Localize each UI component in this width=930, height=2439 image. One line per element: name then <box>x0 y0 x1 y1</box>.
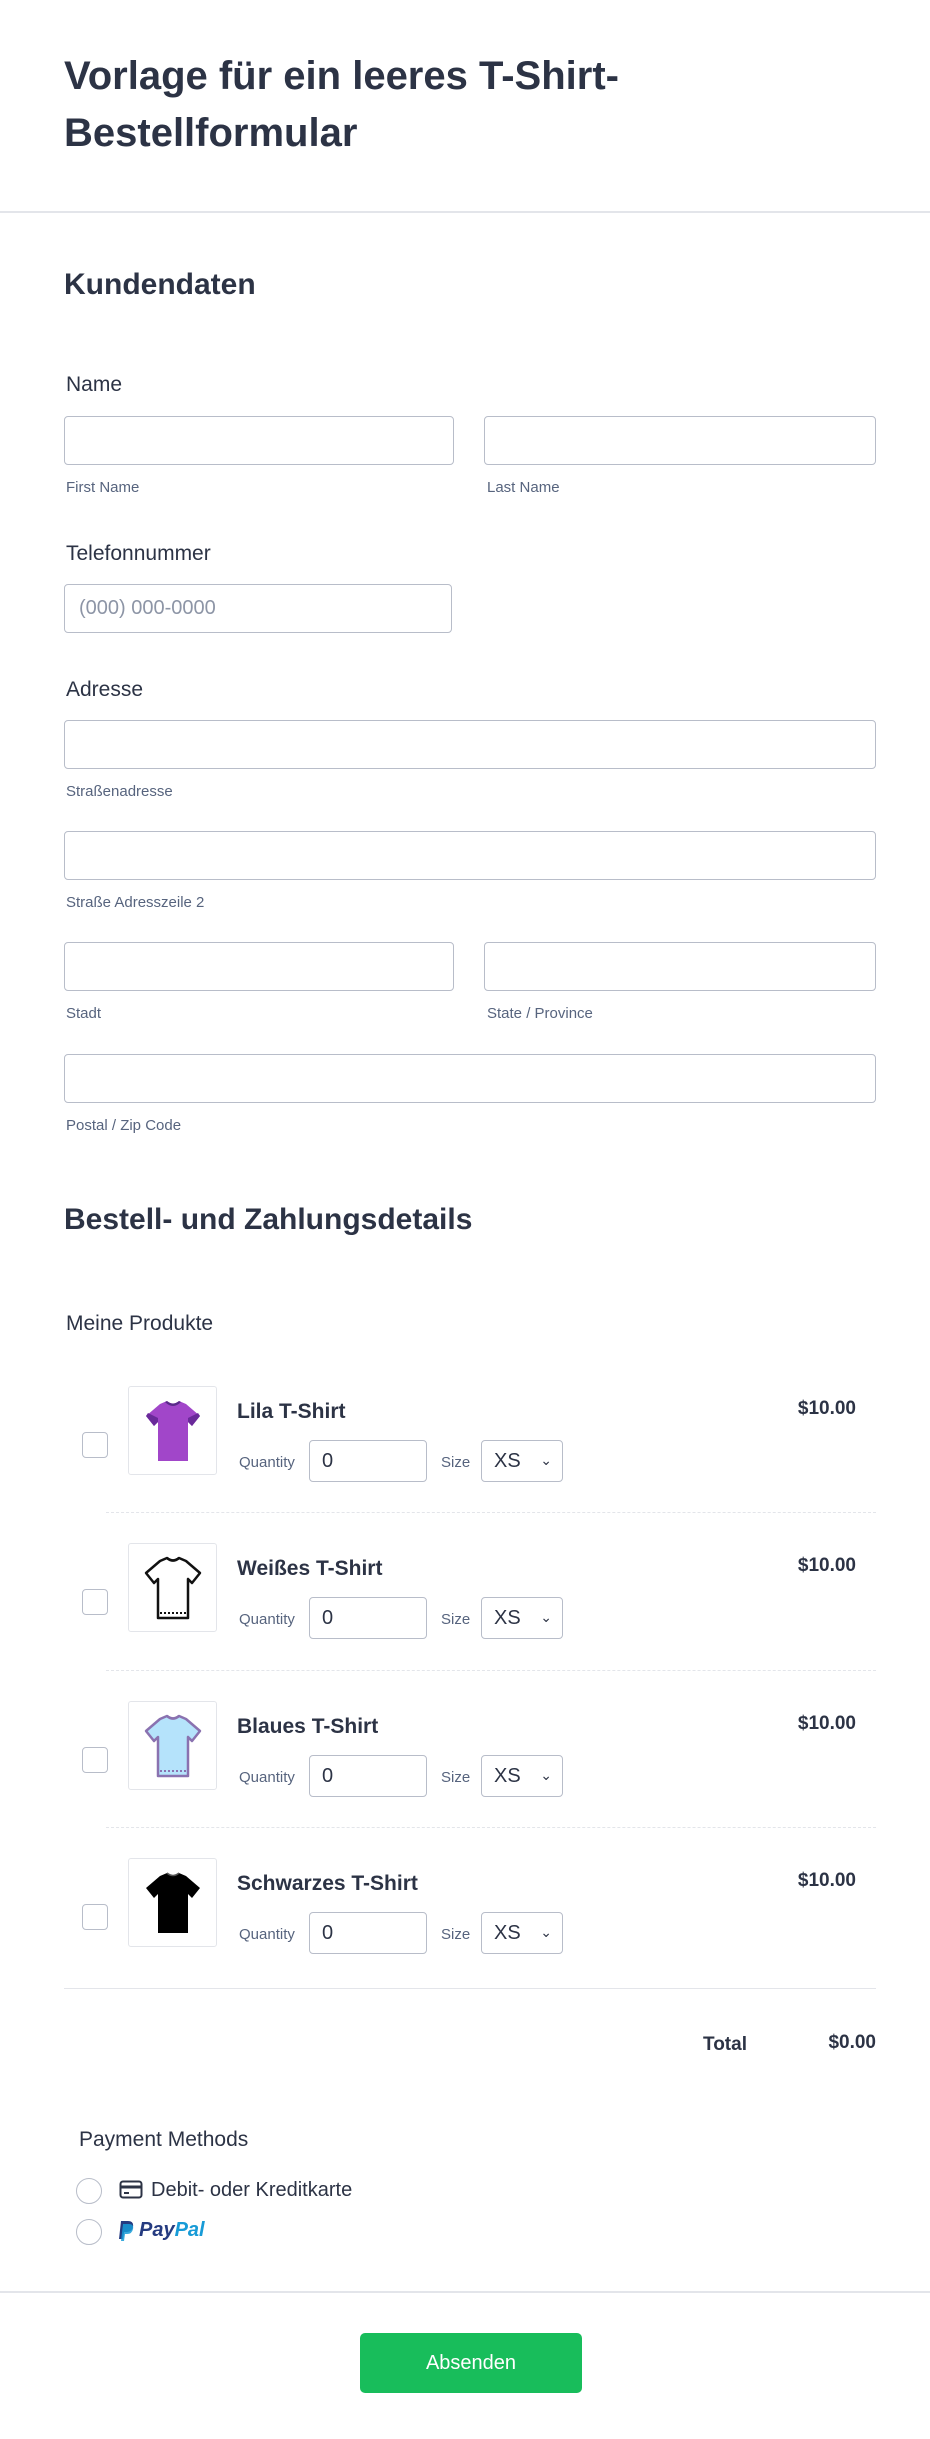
quantity-label: Quantity <box>239 1611 295 1628</box>
quantity-label: Quantity <box>239 1454 295 1471</box>
city-sublabel: Stadt <box>66 1005 102 1022</box>
product-price: $10.00 <box>797 1713 856 1734</box>
card-payment-label: Debit- oder Kreditkarte <box>151 2179 353 2201</box>
white-tshirt-icon <box>128 1543 217 1632</box>
state-sublabel: State / Province <box>487 1005 593 1022</box>
product-item: Schwarzes T-Shirt $10.00 Quantity Size X… <box>64 1858 876 2015</box>
quantity-input[interactable] <box>309 1440 427 1482</box>
order-section-title: Bestell- und Zahlungsdetails <box>64 1203 473 1236</box>
quantity-input[interactable] <box>309 1597 427 1639</box>
chevron-down-icon: ⌄ <box>540 1767 552 1783</box>
product-price: $10.00 <box>797 1398 856 1419</box>
product-name: Weißes T-Shirt <box>237 1557 383 1580</box>
payment-methods-title: Payment Methods <box>79 2128 249 2151</box>
zip-code-sublabel: Postal / Zip Code <box>66 1117 182 1134</box>
product-checkbox[interactable] <box>82 1747 108 1773</box>
size-select-value: XS <box>494 1765 521 1787</box>
paypal-text-pal: Pal <box>174 2219 205 2241</box>
street-address-line2-sublabel: Straße Adresszeile 2 <box>66 894 205 911</box>
product-price: $10.00 <box>797 1555 856 1576</box>
product-name: Blaues T-Shirt <box>237 1715 379 1738</box>
product-item: Lila T-Shirt $10.00 Quantity Size XS ⌄ <box>64 1386 876 1543</box>
address-label: Adresse <box>66 678 144 701</box>
size-select-value: XS <box>494 1450 521 1472</box>
customer-section-title: Kundendaten <box>64 268 256 301</box>
chevron-down-icon: ⌄ <box>540 1452 552 1468</box>
total-value: $0.00 <box>828 2032 876 2053</box>
products-label: Meine Produkte <box>66 1312 214 1335</box>
city-input[interactable] <box>64 942 454 991</box>
product-name: Lila T-Shirt <box>237 1400 346 1423</box>
size-select-value: XS <box>494 1607 521 1629</box>
product-divider <box>106 1670 876 1671</box>
blue-tshirt-icon <box>128 1701 217 1790</box>
name-label: Name <box>66 373 123 396</box>
black-tshirt-icon <box>128 1858 217 1947</box>
size-select-value: XS <box>494 1922 521 1944</box>
size-label: Size <box>441 1611 471 1628</box>
product-price: $10.00 <box>797 1870 856 1891</box>
first-name-sublabel: First Name <box>66 479 140 496</box>
quantity-label: Quantity <box>239 1769 295 1786</box>
size-label: Size <box>441 1769 471 1786</box>
quantity-label: Quantity <box>239 1926 295 1943</box>
chevron-down-icon: ⌄ <box>540 1924 552 1940</box>
purple-tshirt-icon <box>128 1386 217 1475</box>
total-label: Total <box>703 2034 747 2055</box>
form-footer: Absenden <box>0 2291 930 2439</box>
first-name-input[interactable] <box>64 416 454 465</box>
street-address-input[interactable] <box>64 720 876 769</box>
quantity-input[interactable] <box>309 1912 427 1954</box>
card-payment-radio[interactable] <box>76 2178 102 2204</box>
product-divider <box>106 1512 876 1513</box>
product-item: Weißes T-Shirt $10.00 Quantity Size XS ⌄ <box>64 1543 876 1700</box>
submit-button[interactable]: Absenden <box>360 2333 582 2393</box>
size-label: Size <box>441 1926 471 1943</box>
product-name: Schwarzes T-Shirt <box>237 1872 418 1895</box>
paypal-payment-radio[interactable] <box>76 2219 102 2245</box>
product-divider <box>106 1827 876 1828</box>
form-header: Vorlage für ein leeres T-Shirt-Bestellfo… <box>0 0 930 213</box>
last-name-sublabel: Last Name <box>487 479 560 496</box>
phone-label: Telefonnummer <box>66 542 211 565</box>
product-item: Blaues T-Shirt $10.00 Quantity Size XS ⌄ <box>64 1701 876 1858</box>
product-checkbox[interactable] <box>82 1432 108 1458</box>
size-select[interactable]: XS ⌄ <box>481 1755 563 1797</box>
size-select[interactable]: XS ⌄ <box>481 1912 563 1954</box>
paypal-logo: PayPal <box>117 2219 205 2242</box>
phone-input[interactable] <box>64 584 452 633</box>
product-checkbox[interactable] <box>82 1904 108 1930</box>
total-divider <box>64 1988 876 1989</box>
page-title: Vorlage für ein leeres T-Shirt-Bestellfo… <box>64 54 619 155</box>
paypal-text-pay: Pay <box>139 2219 175 2241</box>
size-label: Size <box>441 1454 471 1471</box>
last-name-input[interactable] <box>484 416 876 465</box>
street-address-sublabel: Straßenadresse <box>66 783 173 800</box>
street-address-line2-input[interactable] <box>64 831 876 880</box>
size-select[interactable]: XS ⌄ <box>481 1440 563 1482</box>
state-input[interactable] <box>484 942 876 991</box>
credit-card-icon <box>119 2180 143 2199</box>
quantity-input[interactable] <box>309 1755 427 1797</box>
size-select[interactable]: XS ⌄ <box>481 1597 563 1639</box>
chevron-down-icon: ⌄ <box>540 1609 552 1625</box>
zip-code-input[interactable] <box>64 1054 876 1103</box>
product-checkbox[interactable] <box>82 1589 108 1615</box>
